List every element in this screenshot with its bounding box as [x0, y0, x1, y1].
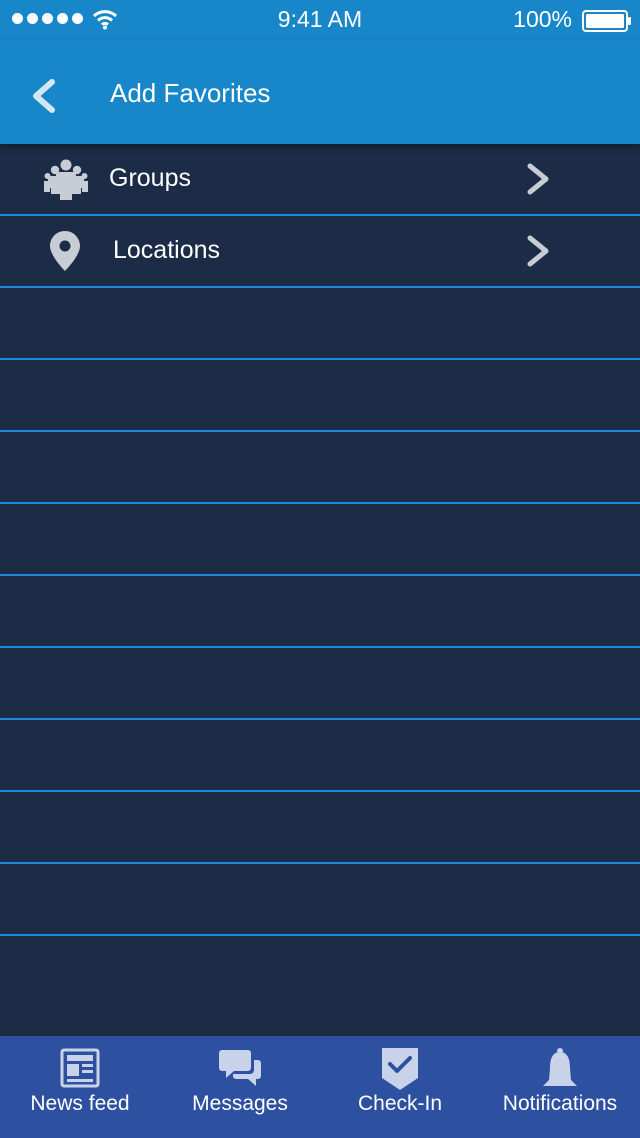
tab-label: News feed [30, 1092, 130, 1115]
tab-bar: News feed Messages Check-In Notification… [0, 1036, 640, 1138]
favorites-list: Groups Locations [0, 144, 640, 936]
group-icon [44, 159, 88, 200]
chat-bubbles-icon [219, 1050, 261, 1086]
empty-list-row [0, 288, 640, 360]
newspaper-icon [60, 1048, 100, 1088]
tab-label: Check-In [357, 1092, 443, 1115]
list-item-label: Groups [109, 164, 191, 192]
list-item-groups[interactable]: Groups [0, 144, 640, 216]
tab-news-feed[interactable]: News feed [0, 1036, 160, 1138]
tab-check-in[interactable]: Check-In [320, 1036, 480, 1138]
location-pin-icon [50, 231, 80, 271]
back-button[interactable] [28, 78, 62, 114]
chevron-right-icon [527, 163, 549, 195]
status-bar: 9:41 AM 100% [0, 0, 640, 40]
battery-percentage: 100% [513, 6, 572, 32]
list-item-locations[interactable]: Locations [0, 216, 640, 288]
list-item-label: Locations [113, 236, 221, 264]
tab-messages[interactable]: Messages [160, 1036, 320, 1138]
empty-list-row [0, 792, 640, 864]
bell-icon [543, 1048, 577, 1086]
chevron-right-icon [527, 235, 549, 267]
tab-notifications[interactable]: Notifications [480, 1036, 640, 1138]
empty-list-row [0, 576, 640, 648]
tab-label: Messages [192, 1092, 288, 1115]
battery-icon [582, 10, 631, 32]
empty-list-row [0, 864, 640, 936]
navigation-bar: Add Favorites [0, 40, 640, 144]
empty-list-row [0, 360, 640, 432]
check-shield-icon [382, 1048, 418, 1090]
empty-list-row [0, 504, 640, 576]
empty-list-row [0, 720, 640, 792]
page-title: Add Favorites [110, 78, 271, 108]
empty-list-row [0, 648, 640, 720]
tab-label: Notifications [502, 1092, 618, 1115]
empty-list-row [0, 432, 640, 504]
